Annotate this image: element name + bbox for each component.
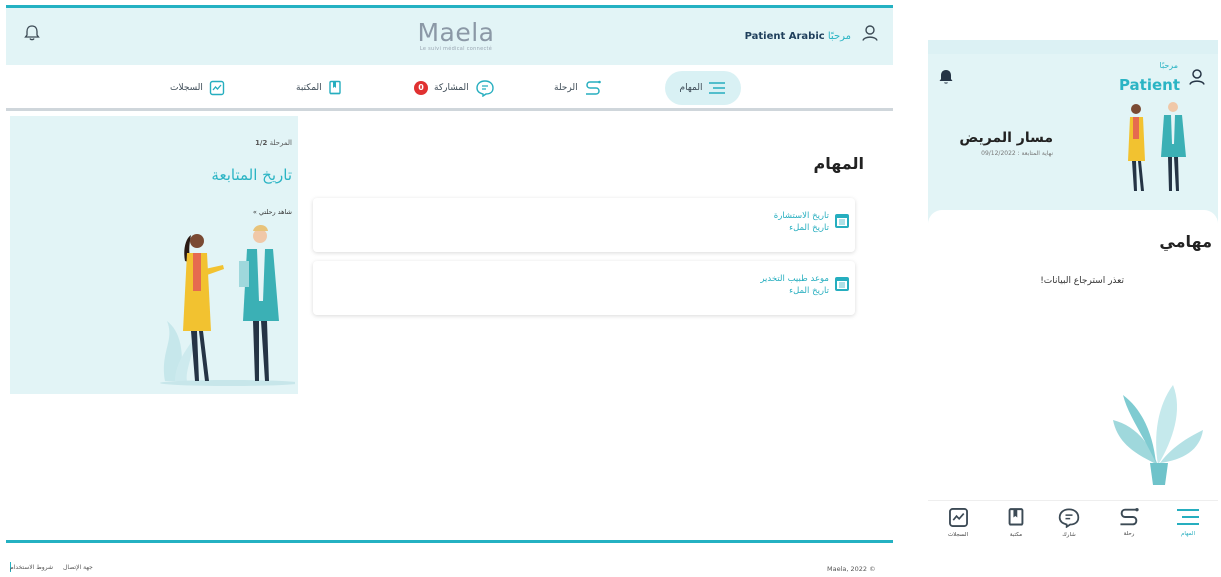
mobile-tab-journey-label: رحلة [1123, 531, 1135, 537]
nav-tab-library[interactable]: المكتبة [296, 71, 342, 105]
user-greeting: مرحبًا Patient Arabic [745, 31, 851, 42]
nav-records-label: السجلات [170, 83, 203, 93]
mobile-tab-share[interactable]: شارك [1044, 507, 1094, 538]
task-card[interactable]: تاريخ الاستشارة تاريخ الملء [313, 198, 855, 252]
chat-bubble-icon [475, 80, 494, 97]
records-chart-icon [948, 508, 968, 527]
status-bar [928, 40, 1218, 54]
logo-tagline: Le suivi médical connecté [419, 46, 493, 52]
doctor-patient-illustration [155, 221, 295, 386]
tasks-list-icon [709, 82, 726, 94]
mobile-header: مرحبًا Patient مسار المريض نهاية المتابع… [928, 40, 1218, 225]
notification-bell-icon[interactable] [24, 24, 40, 42]
mobile-tab-share-label: شارك [1062, 532, 1076, 538]
footer-link-contact[interactable]: جهة الإتصال [63, 564, 93, 571]
follow-end-date: نهاية المتابعة : 09/12/2022 [981, 150, 1053, 157]
journey-route-icon [585, 80, 601, 95]
mobile-tab-library-label: مكتبة [1009, 532, 1023, 538]
mobile-tab-library[interactable]: مكتبة [991, 507, 1041, 538]
main-navigation: المهام الرحلة المشاركة 0 المكتبة السجلات [6, 65, 893, 111]
journey-route-icon [1120, 507, 1139, 526]
calendar-icon [835, 214, 849, 228]
book-icon [328, 80, 341, 95]
footer-link-terms[interactable]: شروط الاستخدام [10, 564, 53, 571]
empty-state-message: تعذر استرجاع البيانات! [1040, 276, 1124, 286]
chat-bubble-icon [1058, 508, 1080, 528]
greeting-text: مرحبًا [827, 31, 851, 42]
copyright-text: Maela, 2022 © [827, 565, 876, 573]
user-profile-icon[interactable] [861, 24, 879, 42]
mobile-tab-records-label: السجلات [947, 532, 969, 538]
doctor-patient-illustration [1116, 99, 1196, 194]
task-title: تاريخ الاستشارة [773, 211, 829, 221]
plant-illustration [1108, 375, 1208, 490]
tasks-heading: المهام [813, 154, 864, 173]
top-header: Maela Le suivi médical connecté مرحبًا P… [6, 5, 893, 65]
user-name: Patient [1118, 76, 1180, 94]
task-title: موعد طبيب التخدير [760, 274, 829, 284]
logo-wordmark: Maela [417, 18, 495, 47]
share-count-badge: 0 [414, 81, 428, 95]
mobile-tab-tasks-label: المهام [1181, 531, 1195, 537]
footer-divider [6, 540, 893, 543]
tasks-list-icon [1177, 509, 1199, 525]
mobile-tab-records[interactable]: السجلات [933, 507, 983, 538]
footer-links: جهة الإتصال شروط الاستخدام [10, 564, 93, 571]
patient-path-title: مسار المريض [959, 130, 1053, 146]
task-card[interactable]: موعد طبيب التخدير تاريخ الملء [313, 261, 855, 315]
mobile-tasks-card: مهامي تعذر استرجاع البيانات! [928, 210, 1218, 500]
calendar-icon [835, 277, 849, 291]
records-chart-icon [209, 80, 225, 96]
task-subtitle: تاريخ الملء [789, 223, 829, 233]
book-icon [1008, 508, 1024, 526]
my-tasks-heading: مهامي [1159, 232, 1212, 251]
nav-tasks-label: المهام [679, 83, 703, 93]
mobile-tab-tasks[interactable]: المهام [1163, 507, 1213, 537]
user-profile-icon[interactable] [1188, 68, 1206, 86]
nav-library-label: المكتبة [296, 83, 322, 93]
follow-up-title: تاريخ المتابعة [211, 166, 292, 184]
phase-label: المرحلة [269, 139, 292, 147]
follow-up-panel: المرحلة 1/2 تاريخ المتابعة شاهد رحلتي » [10, 116, 298, 394]
nav-tab-share[interactable]: المشاركة 0 [414, 71, 495, 105]
mobile-app: مرحبًا Patient مسار المريض نهاية المتابع… [928, 40, 1218, 555]
user-name: Patient Arabic [744, 31, 825, 42]
mobile-tab-journey[interactable]: رحلة [1104, 507, 1154, 537]
notification-bell-icon[interactable] [937, 68, 955, 86]
mobile-bottom-navigation: المهام رحلة شارك مكتبة السجلات [928, 500, 1218, 555]
phase-value: 1/2 [255, 139, 268, 147]
desktop-app: Maela Le suivi médical connecté مرحبًا P… [0, 0, 893, 577]
nav-tab-records[interactable]: السجلات [170, 71, 225, 105]
greeting-text: مرحبًا [1159, 61, 1179, 70]
nav-tab-journey[interactable]: الرحلة [554, 71, 602, 105]
phase-indicator: المرحلة 1/2 [255, 139, 292, 147]
maela-logo[interactable]: Maela Le suivi médical connecté [411, 18, 501, 53]
nav-tab-tasks[interactable]: المهام [665, 71, 741, 105]
watch-journey-link[interactable]: شاهد رحلتي » [253, 208, 292, 216]
nav-share-label: المشاركة [434, 83, 469, 93]
nav-journey-label: الرحلة [554, 83, 578, 93]
task-subtitle: تاريخ الملء [789, 286, 829, 296]
